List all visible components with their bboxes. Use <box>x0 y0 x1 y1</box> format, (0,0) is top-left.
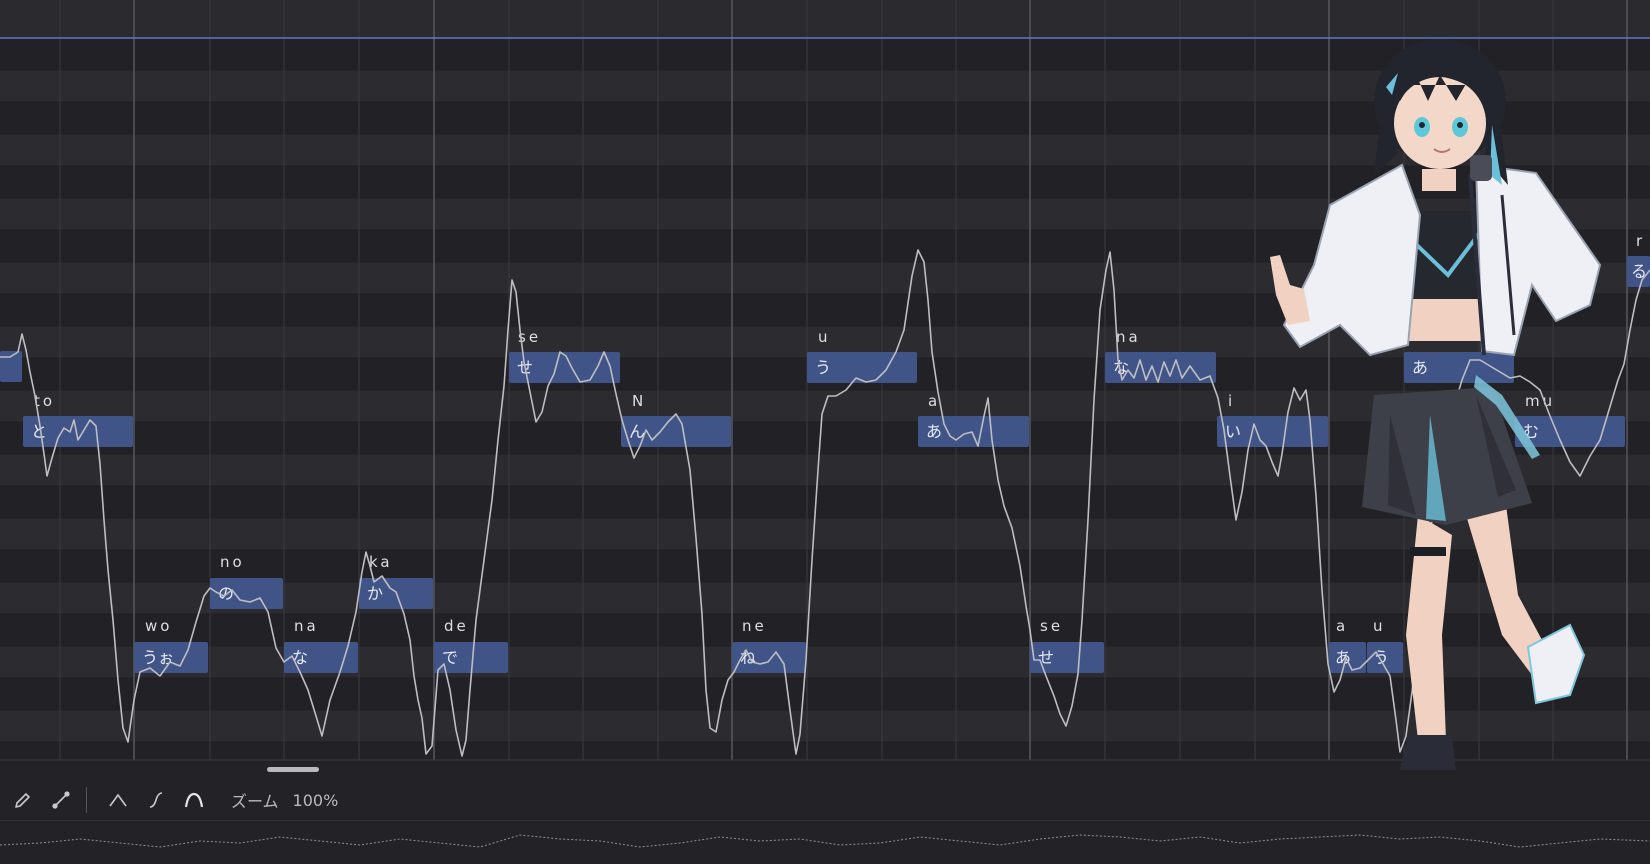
note-lyric: と <box>31 422 48 441</box>
raised-hand <box>1270 255 1310 325</box>
curve-arch-icon <box>184 792 204 808</box>
phoneme-label: a <box>928 392 941 410</box>
character-illustration <box>1270 39 1602 770</box>
phoneme-label: u <box>818 328 831 346</box>
curve-s-icon <box>149 792 163 808</box>
note-ne[interactable]: ね <box>732 642 806 673</box>
line-tool-icon <box>52 791 70 809</box>
note-lyric: ね <box>740 648 757 667</box>
phoneme-label: na <box>294 617 319 635</box>
zoom-value[interactable]: 100% <box>293 791 339 810</box>
jacket-right <box>1474 163 1602 357</box>
note-se[interactable]: せ <box>509 352 620 383</box>
pencil-icon <box>15 793 30 808</box>
curve-arch-button[interactable] <box>179 785 209 815</box>
phoneme-label: wo <box>145 617 173 635</box>
note-N[interactable]: ん <box>621 416 731 447</box>
note-lyric: うぉ <box>142 648 175 667</box>
phoneme-label: se <box>1040 617 1064 635</box>
line-tool-button[interactable] <box>46 785 76 815</box>
phoneme-label: no <box>220 553 245 571</box>
note-to[interactable]: と <box>23 416 133 447</box>
phoneme-label: na <box>1116 328 1141 346</box>
note-no[interactable]: の <box>210 578 283 609</box>
curve-toolbar: ズーム 100% <box>0 779 1650 821</box>
note-lyric: で <box>442 648 459 667</box>
note-na-2[interactable]: な <box>1105 352 1216 383</box>
note-lyric: か <box>367 584 384 603</box>
phoneme-label: de <box>444 617 469 635</box>
note-lyric: な <box>292 648 309 667</box>
phoneme-label: r <box>1636 232 1646 250</box>
note-wo[interactable]: うぉ <box>134 642 208 673</box>
note-lyric: る <box>1631 262 1648 281</box>
phoneme-label: N <box>632 392 647 410</box>
zoom-label: ズーム <box>231 792 279 811</box>
thigh-strap <box>1410 547 1446 556</box>
phoneme-label: ne <box>742 617 767 635</box>
note-u[interactable]: う <box>807 352 917 383</box>
jacket-left <box>1282 163 1422 357</box>
phoneme-label: se <box>518 328 542 346</box>
left-shoe <box>1400 735 1456 770</box>
headphones <box>1470 155 1492 181</box>
note-lyric: せ <box>517 358 534 377</box>
phoneme-label: ka <box>369 553 393 571</box>
note-ru[interactable]: る <box>1627 256 1650 287</box>
note-de[interactable]: で <box>434 642 508 673</box>
note-lyric: い <box>1225 422 1242 441</box>
toolbar-divider <box>86 787 87 813</box>
note-lyric: う <box>815 358 832 377</box>
note-lyric: あ <box>926 422 943 441</box>
note-lyric: の <box>218 584 235 603</box>
curve-s-button[interactable] <box>141 785 171 815</box>
note-lyric: な <box>1113 358 1130 377</box>
horizontal-scroll-handle[interactable] <box>267 767 319 772</box>
curve-peak-button[interactable] <box>103 785 133 815</box>
note-se-2[interactable]: せ <box>1030 642 1104 673</box>
piano-roll-editor[interactable]: to と wo うぉ no の na な ka か de で se せ N ん … <box>0 0 1650 864</box>
note-lyric: ん <box>629 422 646 441</box>
note-lyric: せ <box>1038 648 1055 667</box>
phoneme-label: i <box>1228 392 1236 410</box>
note-a[interactable]: あ <box>918 416 1029 447</box>
pencil-tool-button[interactable] <box>8 785 38 815</box>
curve-peak-icon <box>109 793 127 807</box>
note-0[interactable] <box>0 351 22 382</box>
parameter-lane[interactable] <box>0 821 1650 864</box>
note-ka[interactable]: か <box>359 578 433 609</box>
phoneme-label: to <box>34 392 56 410</box>
note-na[interactable]: な <box>284 642 358 673</box>
face <box>1394 77 1486 169</box>
